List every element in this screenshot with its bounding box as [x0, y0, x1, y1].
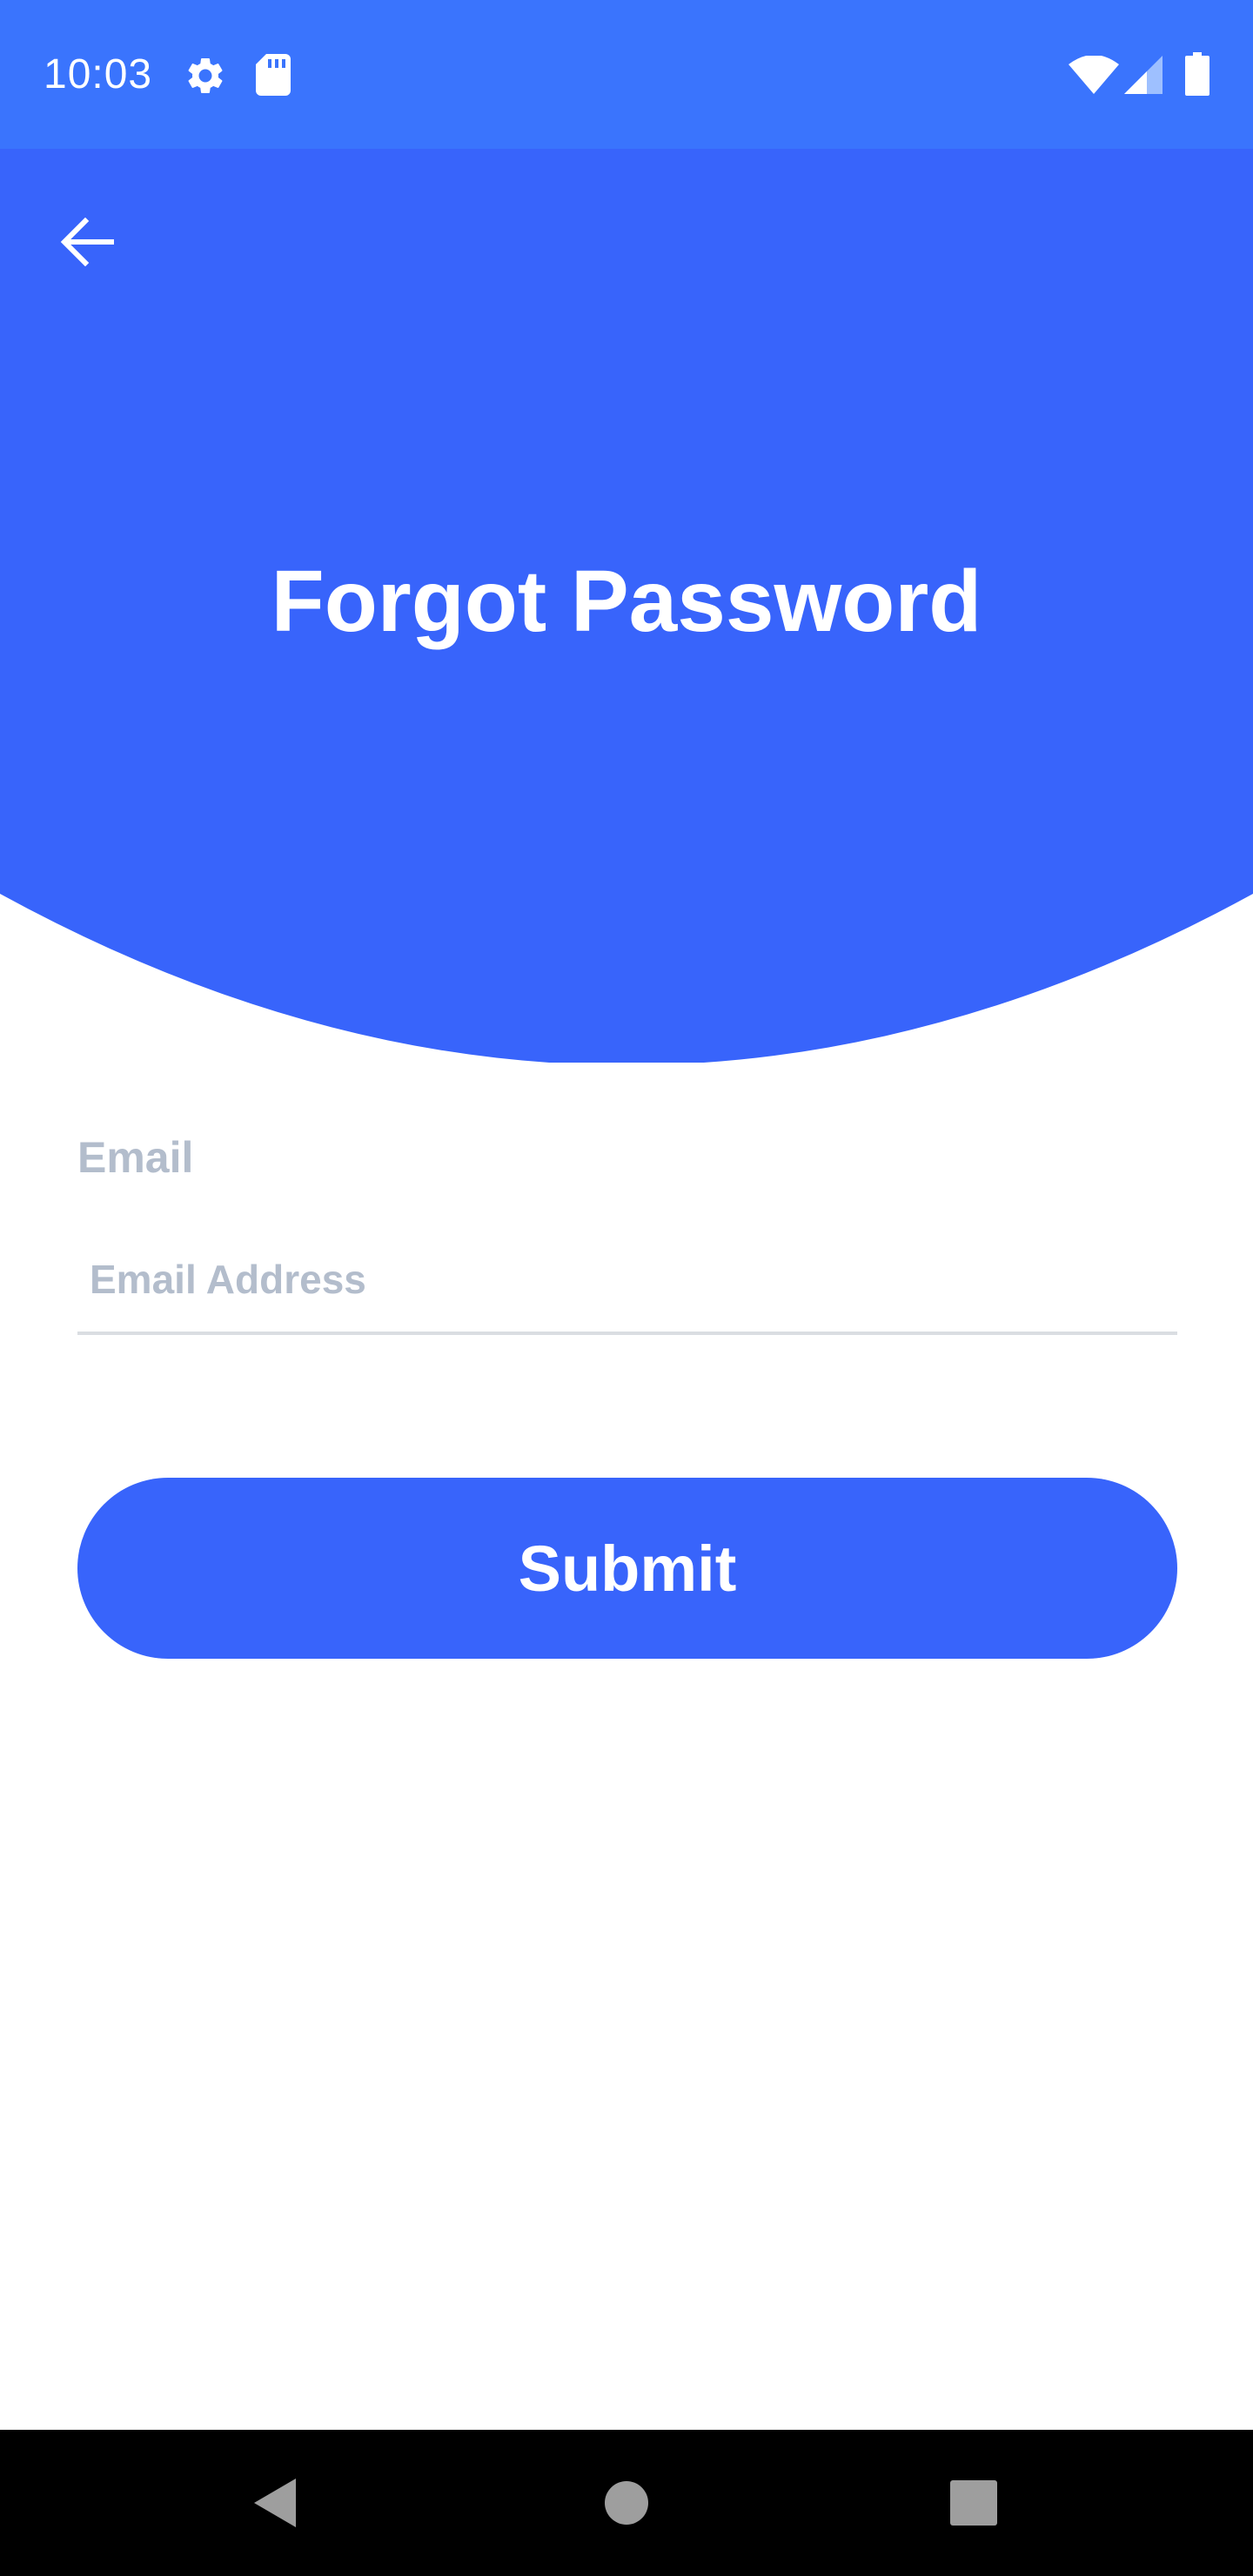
sd-card-icon: [256, 54, 291, 96]
forgot-password-screen: 10:03 Forgot Password Email Email Addres…: [0, 0, 1253, 2576]
back-triangle-icon[interactable]: [252, 2477, 299, 2529]
battery-icon: [1185, 52, 1209, 96]
home-circle-icon[interactable]: [604, 2480, 649, 2526]
status-bar: 10:03: [0, 0, 1253, 149]
email-input[interactable]: [77, 1227, 1177, 1335]
cell-signal-icon: [1124, 56, 1163, 94]
status-time: 10:03: [44, 51, 153, 97]
email-label: Email: [77, 1133, 194, 1182]
submit-button[interactable]: Submit: [77, 1478, 1177, 1659]
recents-square-icon[interactable]: [950, 2480, 997, 2526]
back-button[interactable]: [44, 197, 131, 284]
page-title: Forgot Password: [271, 553, 982, 650]
arrow-left-icon: [60, 218, 114, 266]
header: Forgot Password: [0, 149, 1253, 1063]
navigation-bar: [0, 2430, 1253, 2576]
wifi-icon: [1069, 56, 1119, 94]
settings-icon: [188, 57, 223, 93]
